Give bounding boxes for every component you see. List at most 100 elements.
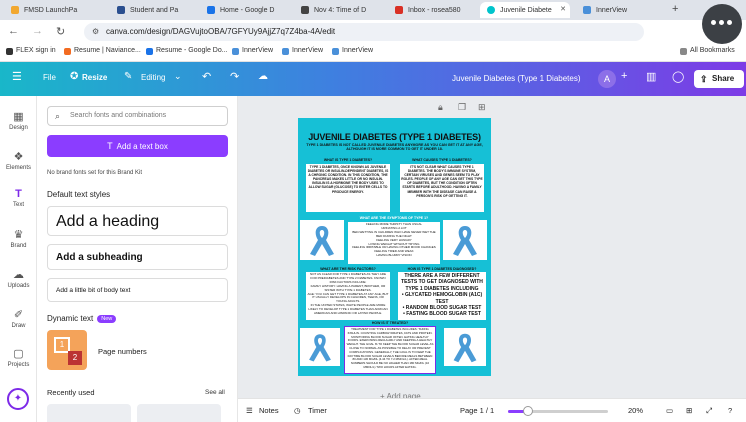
tab-title: Home - Google D: [220, 6, 275, 14]
recent-font-thumbnail[interactable]: [47, 404, 131, 422]
add-body-text-button[interactable]: Add a little bit of body text: [47, 278, 228, 302]
add-subheading-button[interactable]: Add a subheading: [47, 244, 228, 270]
url-bar[interactable]: ⚙ canva.com/design/DAGVujtoOBA/7GFYUy9Aj…: [84, 23, 644, 41]
what-is-box[interactable]: TYPE 1 DIABETES, ONCE KNOWN AS JUVENILE …: [306, 164, 390, 212]
resize-button[interactable]: Resize: [82, 73, 107, 82]
tab-title: Inbox - rosea580: [408, 6, 461, 14]
poster-title[interactable]: JUVENILE DIABETES (TYPE 1 DIABETES): [298, 132, 491, 142]
duplicate-page-icon[interactable]: ❐: [458, 102, 466, 113]
file-menu[interactable]: File: [43, 73, 56, 82]
ribbon-image[interactable]: [300, 328, 340, 366]
rail-item-elements[interactable]: ❖ Elements: [0, 150, 37, 171]
browser-tab-1[interactable]: FMSD LaunchPa: [4, 2, 88, 18]
diagnosed-heading[interactable]: HOW IS TYPE 1 DIABETES DIAGNOSED?: [398, 267, 486, 271]
zoom-slider-handle[interactable]: [523, 406, 533, 416]
poster-page[interactable]: JUVENILE DIABETES (TYPE 1 DIABETES) TYPE…: [298, 118, 491, 376]
treatment-heading[interactable]: HOW IS IT TREATED?: [344, 321, 436, 325]
back-icon[interactable]: ←: [8, 25, 19, 37]
undo-icon[interactable]: ↶: [202, 70, 211, 83]
help-icon[interactable]: ?: [728, 406, 732, 415]
pages-view-icon[interactable]: ▭: [666, 406, 673, 415]
risk-factors-box[interactable]: NOT AS CLEAR FOR TYPE 1 DIABETES AS THEY…: [306, 272, 390, 320]
close-tab-icon[interactable]: ✕: [560, 5, 566, 13]
bookmark-item[interactable]: InnerView: [332, 47, 373, 55]
browser-tab-2[interactable]: Student and Pa: [110, 2, 194, 18]
what-heading[interactable]: WHAT IS TYPE 1 DIABETES?: [306, 158, 390, 162]
forward-icon[interactable]: →: [32, 25, 43, 37]
recent-font-thumbnail[interactable]: [137, 404, 221, 422]
add-page-icon[interactable]: ⊞: [478, 102, 486, 113]
symptoms-heading[interactable]: WHAT ARE THE SYMPTOMS OF TYPE 1?: [348, 216, 440, 220]
fullscreen-icon[interactable]: ⤢: [706, 406, 712, 416]
notes-icon[interactable]: ☰: [246, 406, 253, 415]
user-avatar[interactable]: A: [598, 70, 616, 88]
hamburger-icon[interactable]: ☰: [12, 70, 22, 83]
timer-icon[interactable]: ◷: [294, 406, 301, 415]
browser-menu-button[interactable]: [702, 4, 742, 44]
page-indicator[interactable]: Page 1 / 1: [460, 406, 494, 415]
rail-item-uploads[interactable]: ☁ Uploads: [0, 268, 37, 289]
tab-title: FMSD LaunchPa: [24, 6, 78, 14]
add-text-box-button[interactable]: T Add a text box: [47, 135, 228, 157]
symptoms-list[interactable]: FEELING MORE THIRSTY THAN USUAL URINATIN…: [348, 222, 440, 264]
lock-icon[interactable]: 🔒︎: [438, 102, 443, 113]
rail-item-brand[interactable]: ♛ Brand: [0, 228, 37, 249]
awareness-ribbon-icon: [309, 334, 331, 362]
canvas-area: 🔒︎ ❐ ⊞ JUVENILE DIABETES (TYPE 1 DIABETE…: [238, 96, 746, 401]
ribbon-image[interactable]: [443, 220, 487, 260]
zoom-level[interactable]: 20%: [628, 406, 643, 415]
browser-tab-7[interactable]: InnerView: [576, 2, 666, 18]
bookmark-item[interactable]: FLEX sign in: [6, 47, 56, 55]
redo-icon[interactable]: ↷: [230, 70, 239, 83]
rail-item-text[interactable]: T Text: [0, 188, 37, 208]
page-numbers-thumbnail[interactable]: 1 2: [47, 330, 87, 370]
treatment-box[interactable]: TREATMENT FOR TYPE 1 DIABETES INCLUDES: …: [344, 326, 436, 374]
bookmark-item[interactable]: Resume - Google Do...: [146, 47, 228, 55]
magic-sparkle-icon[interactable]: ✦: [7, 388, 29, 410]
rail-item-projects[interactable]: ▢ Projects: [0, 347, 37, 368]
font-search-input[interactable]: ⌕ Search fonts and combinations: [47, 106, 228, 126]
document-title[interactable]: Juvenile Diabetes (Type 1 Diabetes): [452, 74, 581, 83]
all-bookmarks[interactable]: All Bookmarks: [680, 47, 735, 55]
bookmark-item[interactable]: InnerView: [232, 47, 273, 55]
comment-icon[interactable]: ◯: [672, 70, 684, 83]
share-button[interactable]: ⇪ Share: [694, 70, 744, 88]
cloud-saved-icon[interactable]: ☁: [258, 71, 268, 82]
editing-mode-menu[interactable]: Editing: [141, 73, 165, 82]
bookmark-item[interactable]: Resume | Naviance...: [64, 47, 141, 55]
add-collaborator-icon[interactable]: +: [621, 70, 627, 82]
chevron-down-icon[interactable]: ⌄: [174, 71, 182, 82]
risk-heading[interactable]: WHAT ARE THE RISK FACTORS?: [306, 267, 390, 271]
left-rail: ▦ Design ❖ Elements T Text ♛ Brand ☁ Upl…: [0, 96, 37, 422]
design-icon: ▦: [13, 111, 24, 123]
text-panel: ⌕ Search fonts and combinations T Add a t…: [37, 96, 238, 422]
ribbon-image[interactable]: [444, 328, 486, 366]
ribbon-image[interactable]: [300, 220, 344, 260]
browser-tab-active[interactable]: Juvenile Diabete ✕: [480, 2, 570, 18]
new-tab-icon[interactable]: +: [672, 3, 678, 15]
menu-dot: [727, 20, 732, 25]
no-brand-fonts-note: No brand fonts set for this Brand Kit: [47, 170, 143, 176]
diagnosis-tests-box[interactable]: THERE ARE A FEW DIFFERENT TESTS TO GET D…: [398, 272, 486, 320]
grid-view-icon[interactable]: ⊞: [686, 406, 692, 415]
bookmark-item[interactable]: InnerView: [282, 47, 323, 55]
zoom-slider[interactable]: [508, 406, 608, 416]
page-numbers-label[interactable]: Page numbers: [98, 347, 147, 356]
add-heading-button[interactable]: Add a heading: [47, 206, 228, 236]
rail-item-draw[interactable]: ✐ Draw: [0, 308, 37, 329]
browser-tab-5[interactable]: Inbox - rosea580: [388, 2, 476, 18]
rail-item-design[interactable]: ▦ Design: [0, 110, 37, 131]
search-icon: ⌕: [55, 111, 61, 121]
see-all-link[interactable]: See all: [205, 389, 225, 396]
browser-tab-4[interactable]: Nov 4: Time of D: [294, 2, 384, 18]
notes-button[interactable]: Notes: [259, 406, 279, 415]
cause-heading[interactable]: WHAT CAUSES TYPE 1 DIABETES?: [400, 158, 484, 162]
poster-subtitle[interactable]: TYPE 1 DIABETES IS NOT CALLED JUVENILE D…: [302, 143, 487, 152]
tab-favicon-icon: [11, 6, 19, 14]
reload-icon[interactable]: ↻: [56, 25, 65, 38]
browser-tab-3[interactable]: Home - Google D: [200, 2, 288, 18]
timer-button[interactable]: Timer: [308, 406, 327, 415]
site-info-icon[interactable]: ⚙: [92, 23, 99, 41]
causes-box[interactable]: IT'S NOT CLEAR WHAT CAUSES TYPE 1 DIABET…: [400, 164, 484, 212]
analytics-icon[interactable]: ▥: [646, 70, 656, 83]
